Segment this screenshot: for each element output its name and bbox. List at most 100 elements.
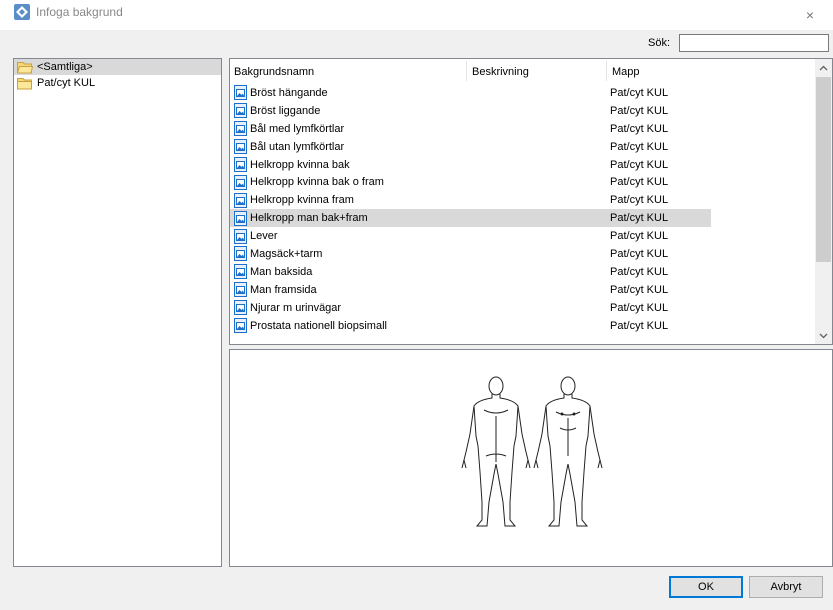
row-name: Bål utan lymfkörtlar (250, 140, 345, 153)
cell-name: Man framsida (234, 281, 317, 299)
vertical-scrollbar[interactable] (815, 59, 832, 344)
row-name: Njurar m urinvägar (250, 301, 342, 314)
cancel-button[interactable]: Avbryt (749, 576, 823, 598)
image-file-icon (234, 192, 247, 208)
row-folder: Pat/cyt KUL (610, 283, 669, 296)
tree-item-samtliga[interactable]: <Samtliga> (14, 59, 221, 75)
table-row[interactable]: Bål med lymfkörtlar Pat/cyt KUL (230, 120, 816, 138)
table-row[interactable]: Lever Pat/cyt KUL (230, 227, 816, 245)
image-file-icon (234, 282, 247, 298)
table-row[interactable]: Helkropp man bak+fram Pat/cyt KUL (230, 209, 816, 228)
image-file-icon (234, 174, 247, 190)
cell-name: Helkropp kvinna bak (234, 156, 350, 174)
image-file-icon (234, 85, 247, 101)
row-folder: Pat/cyt KUL (610, 265, 669, 278)
list-rows: Bröst hängande Pat/cyt KUL Bröst liggande P… (230, 84, 816, 334)
column-header-name[interactable]: Bakgrundsnamn (230, 59, 466, 83)
row-folder: Pat/cyt KUL (610, 230, 669, 243)
cell-name: Helkropp kvinna fram (234, 191, 354, 209)
table-row[interactable]: Man baksida Pat/cyt KUL (230, 263, 816, 281)
cell-name: Njurar m urinvägar (234, 299, 341, 317)
diamond-app-icon (14, 4, 30, 20)
search-input[interactable] (679, 34, 829, 52)
image-file-icon (234, 139, 247, 155)
column-header-folder[interactable]: Mapp (608, 59, 728, 83)
row-name: Prostata nationell biopsimall (250, 319, 387, 332)
table-row[interactable]: Man framsida Pat/cyt KUL (230, 281, 816, 299)
row-name: Man baksida (250, 265, 313, 278)
row-folder: Pat/cyt KUL (610, 319, 669, 332)
row-name: Helkropp kvinna bak (250, 158, 350, 171)
preview-pane (229, 349, 833, 567)
table-row[interactable]: Bröst liggande Pat/cyt KUL (230, 102, 816, 120)
row-folder: Pat/cyt KUL (610, 122, 669, 135)
cell-name: Bål med lymfkörtlar (234, 120, 344, 138)
cell-name: Man baksida (234, 263, 312, 281)
image-file-icon (234, 103, 247, 119)
row-name: Bröst liggande (250, 104, 321, 117)
window-title: Infoga bakgrund (36, 5, 123, 19)
image-file-icon (234, 228, 247, 244)
tree-item-pat-cyt-kul[interactable]: Pat/cyt KUL (14, 75, 221, 91)
row-folder: Pat/cyt KUL (610, 158, 669, 171)
column-divider[interactable] (466, 61, 467, 81)
scroll-down-button[interactable] (815, 327, 832, 344)
image-file-icon (234, 157, 247, 172)
row-folder: Pat/cyt KUL (610, 212, 669, 225)
table-row[interactable]: Prostata nationell biopsimall Pat/cyt KUL (230, 317, 816, 335)
folder-tree[interactable]: <Samtliga> Pat/cyt KUL (13, 58, 222, 567)
tree-item-label: <Samtliga> (37, 61, 93, 73)
cell-name: Bål utan lymfkörtlar (234, 138, 344, 156)
cell-name: Prostata nationell biopsimall (234, 317, 387, 335)
chevron-down-icon (819, 333, 828, 338)
table-row[interactable]: Njurar m urinvägar Pat/cyt KUL (230, 299, 816, 317)
row-folder: Pat/cyt KUL (610, 301, 669, 314)
row-name: Helkropp man bak+fram (250, 212, 368, 225)
cell-name: Bröst liggande (234, 102, 320, 120)
row-name: Magsäck+tarm (250, 247, 323, 260)
table-row[interactable]: Helkropp kvinna bak o fram Pat/cyt KUL (230, 173, 816, 191)
row-folder: Pat/cyt KUL (610, 247, 669, 260)
cell-name: Lever (234, 227, 278, 245)
row-folder: Pat/cyt KUL (610, 176, 669, 189)
row-name: Bål med lymfkörtlar (250, 122, 345, 135)
row-name: Helkropp kvinna fram (250, 194, 354, 207)
column-divider[interactable] (606, 61, 607, 81)
row-folder: Pat/cyt KUL (610, 140, 669, 153)
cell-name: Helkropp man bak+fram (234, 209, 368, 227)
row-name: Lever (250, 230, 278, 243)
close-icon: × (805, 7, 815, 23)
folder-icon (17, 77, 32, 89)
image-file-icon (234, 318, 247, 334)
scroll-up-button[interactable] (815, 59, 832, 76)
male-body-outline-image (461, 376, 603, 527)
row-name: Man framsida (250, 283, 317, 296)
table-row[interactable]: Helkropp kvinna fram Pat/cyt KUL (230, 191, 816, 209)
table-row[interactable]: Helkropp kvinna bak Pat/cyt KUL (230, 156, 816, 174)
list-header: Bakgrundsnamn Beskrivning Mapp (230, 59, 816, 83)
image-file-icon (234, 300, 247, 316)
table-row[interactable]: Bål utan lymfkörtlar Pat/cyt KUL (230, 138, 816, 156)
table-row[interactable]: Bröst hängande Pat/cyt KUL (230, 84, 816, 102)
cell-name: Helkropp kvinna bak o fram (234, 173, 384, 191)
column-header-description[interactable]: Beskrivning (468, 59, 606, 83)
search-label: Sök: (648, 37, 671, 49)
image-file-icon (234, 121, 247, 137)
scroll-thumb[interactable] (816, 77, 831, 262)
background-list[interactable]: Bakgrundsnamn Beskrivning Mapp Bröst hän… (229, 58, 833, 345)
image-file-icon (234, 264, 247, 280)
image-file-icon (234, 210, 247, 226)
row-folder: Pat/cyt KUL (610, 104, 669, 117)
close-button[interactable]: × (787, 0, 833, 30)
folder-open-icon (17, 61, 33, 73)
chevron-up-icon (819, 65, 828, 70)
tree-item-label: Pat/cyt KUL (37, 77, 96, 89)
ok-button[interactable]: OK (669, 576, 743, 598)
title-bar: Infoga bakgrund × (0, 0, 833, 30)
table-row[interactable]: Magsäck+tarm Pat/cyt KUL (230, 245, 816, 263)
cell-name: Magsäck+tarm (234, 245, 322, 263)
row-name: Bröst hängande (250, 86, 328, 99)
row-folder: Pat/cyt KUL (610, 86, 669, 99)
cell-name: Bröst hängande (234, 84, 328, 102)
row-name: Helkropp kvinna bak o fram (250, 176, 384, 189)
